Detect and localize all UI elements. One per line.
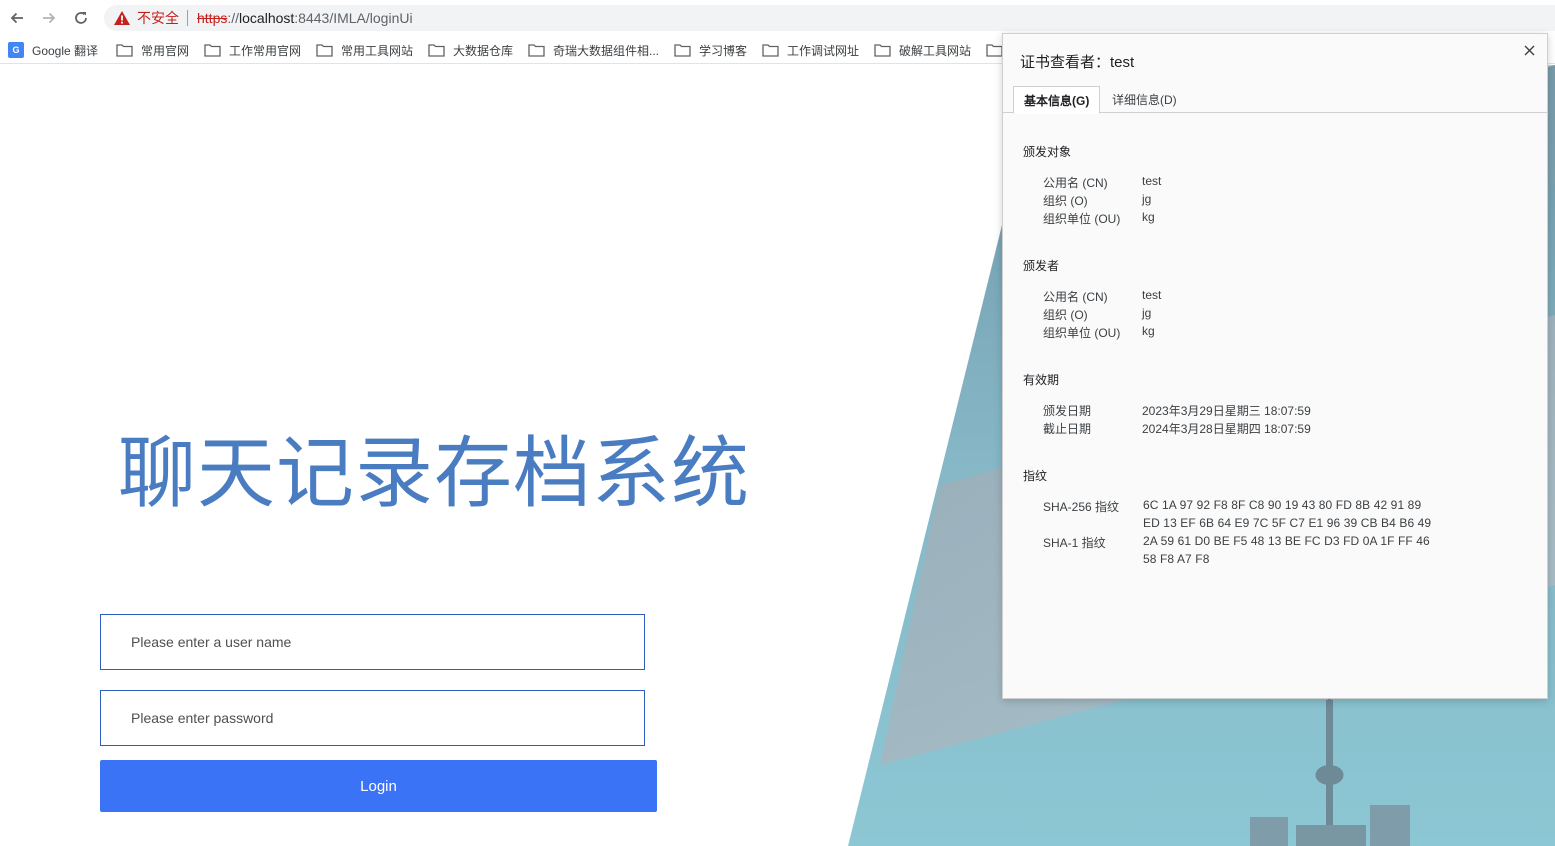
- forward-arrow-icon: [43, 12, 56, 24]
- url-host: localhost: [239, 10, 295, 26]
- bookmark-folder[interactable]: 奇瑞大数据组件相...: [528, 42, 659, 58]
- section-heading-validity: 有效期: [1023, 373, 1060, 387]
- url-separator: ://: [227, 10, 240, 26]
- bookmark-label: 常用官网: [141, 43, 190, 58]
- bookmark-folder[interactable]: 常用工具网站: [316, 42, 413, 58]
- folder-icon: [116, 44, 133, 57]
- bookmark-label: 大数据仓库: [453, 43, 514, 58]
- omnibox-separator: [187, 10, 188, 26]
- fingerprint-line: 2A 59 61 D0 BE F5 48 13 BE FC D3 FD 0A 1…: [1143, 534, 1430, 548]
- field-value: test: [1142, 174, 1162, 188]
- field-label: 组织单位 (OU): [1043, 326, 1121, 340]
- fingerprint-line: 6C 1A 97 92 F8 8F C8 90 19 43 80 FD 8B 4…: [1143, 498, 1422, 512]
- field-label: 公用名 (CN): [1043, 290, 1108, 304]
- folder-icon: [428, 44, 445, 57]
- back-button[interactable]: [6, 7, 28, 29]
- bookmark-label: 工作调试网址: [787, 43, 860, 58]
- bookmark-folder[interactable]: 工作调试网址: [762, 42, 859, 58]
- close-icon: [1524, 45, 1534, 55]
- field-value: 2023年3月29日星期三 18:07:59: [1142, 404, 1311, 418]
- forward-button[interactable]: [38, 7, 60, 29]
- field-label: 组织 (O): [1043, 308, 1088, 322]
- address-bar[interactable]: 不安全 https://localhost:8443/IMLA/loginUi: [104, 5, 1555, 31]
- bookmark-folder[interactable]: 常用官网: [116, 42, 189, 58]
- bookmark-label: 工作常用官网: [229, 43, 302, 58]
- sha1-fingerprint-value: 2A 59 61 D0 BE F5 48 13 BE FC D3 FD 0A 1…: [1143, 532, 1443, 568]
- folder-icon: [204, 44, 221, 57]
- folder-icon: [762, 44, 779, 57]
- folder-icon: [986, 44, 1003, 57]
- url-scheme: https: [197, 10, 228, 26]
- reload-button[interactable]: [70, 7, 92, 29]
- bookmark-folder[interactable]: 学习博客: [674, 42, 747, 58]
- fingerprint-line: 58 F8 A7 F8: [1143, 552, 1210, 566]
- system-title: 聊天记录存档系统: [118, 429, 751, 519]
- field-value: jg: [1142, 306, 1152, 320]
- warning-triangle-icon: [114, 11, 130, 25]
- field-label: 组织 (O): [1043, 194, 1088, 208]
- bookmark-label: 常用工具网站: [341, 43, 414, 58]
- username-field[interactable]: [100, 614, 645, 670]
- folder-icon: [874, 44, 891, 57]
- bookmark-label: Google 翻译: [32, 43, 99, 58]
- field-value: test: [1142, 288, 1162, 302]
- certificate-viewer-title: 证书查看者：test: [1020, 54, 1135, 71]
- field-label: 公用名 (CN): [1043, 176, 1108, 190]
- field-label: 颁发日期: [1043, 404, 1092, 418]
- folder-icon: [528, 44, 545, 57]
- bookmark-label: 奇瑞大数据组件相...: [553, 43, 660, 58]
- field-value: 2024年3月28日星期四 18:07:59: [1142, 422, 1311, 436]
- google-translate-icon: G: [8, 42, 24, 58]
- not-secure-label[interactable]: 不安全: [137, 8, 179, 28]
- tab-general[interactable]: 基本信息(G): [1013, 86, 1101, 114]
- field-label: 截止日期: [1043, 422, 1092, 436]
- back-arrow-icon: [10, 12, 23, 24]
- fingerprint-line: ED 13 EF 6B 64 E9 7C 5F C7 E1 96 39 CB B…: [1143, 516, 1432, 530]
- bookmark-folder[interactable]: 工作常用官网: [204, 42, 301, 58]
- certificate-viewer-dialog: 证书查看者：test 基本信息(G) 详细信息(D) 颁发对象 公用名 (CN)…: [1002, 33, 1548, 699]
- bookmark-folder[interactable]: 破解工具网站: [874, 42, 971, 58]
- certificate-tabs: 基本信息(G) 详细信息(D): [1003, 86, 1547, 114]
- url-path: :8443/IMLA/loginUi: [294, 10, 413, 26]
- field-label: SHA-256 指纹: [1043, 500, 1120, 514]
- field-value: kg: [1142, 324, 1155, 338]
- bookmark-google-translate[interactable]: G Google 翻译: [8, 42, 98, 58]
- sha256-fingerprint-value: 6C 1A 97 92 F8 8F C8 90 19 43 80 FD 8B 4…: [1143, 496, 1443, 532]
- bookmark-folder[interactable]: 大数据仓库: [428, 42, 513, 58]
- browser-toolbar: 不安全 https://localhost:8443/IMLA/loginUi: [0, 0, 1555, 36]
- field-label: SHA-1 指纹: [1043, 536, 1106, 550]
- login-button[interactable]: Login: [100, 760, 657, 812]
- section-heading-fingerprints: 指纹: [1023, 469, 1048, 483]
- section-heading-subject: 颁发对象: [1023, 145, 1072, 159]
- password-field[interactable]: [100, 690, 645, 746]
- password-input[interactable]: [131, 691, 644, 745]
- field-label: 组织单位 (OU): [1043, 212, 1121, 226]
- folder-icon: [316, 44, 333, 57]
- section-heading-issuer: 颁发者: [1023, 259, 1060, 273]
- close-button[interactable]: [1521, 42, 1537, 58]
- tab-details[interactable]: 详细信息(D): [1102, 86, 1187, 113]
- bookmark-label: 学习博客: [699, 43, 748, 58]
- username-input[interactable]: [131, 615, 644, 669]
- reload-icon: [75, 12, 87, 24]
- field-value: jg: [1142, 192, 1152, 206]
- bookmark-label: 破解工具网站: [899, 43, 972, 58]
- folder-icon: [674, 44, 691, 57]
- field-value: kg: [1142, 210, 1155, 224]
